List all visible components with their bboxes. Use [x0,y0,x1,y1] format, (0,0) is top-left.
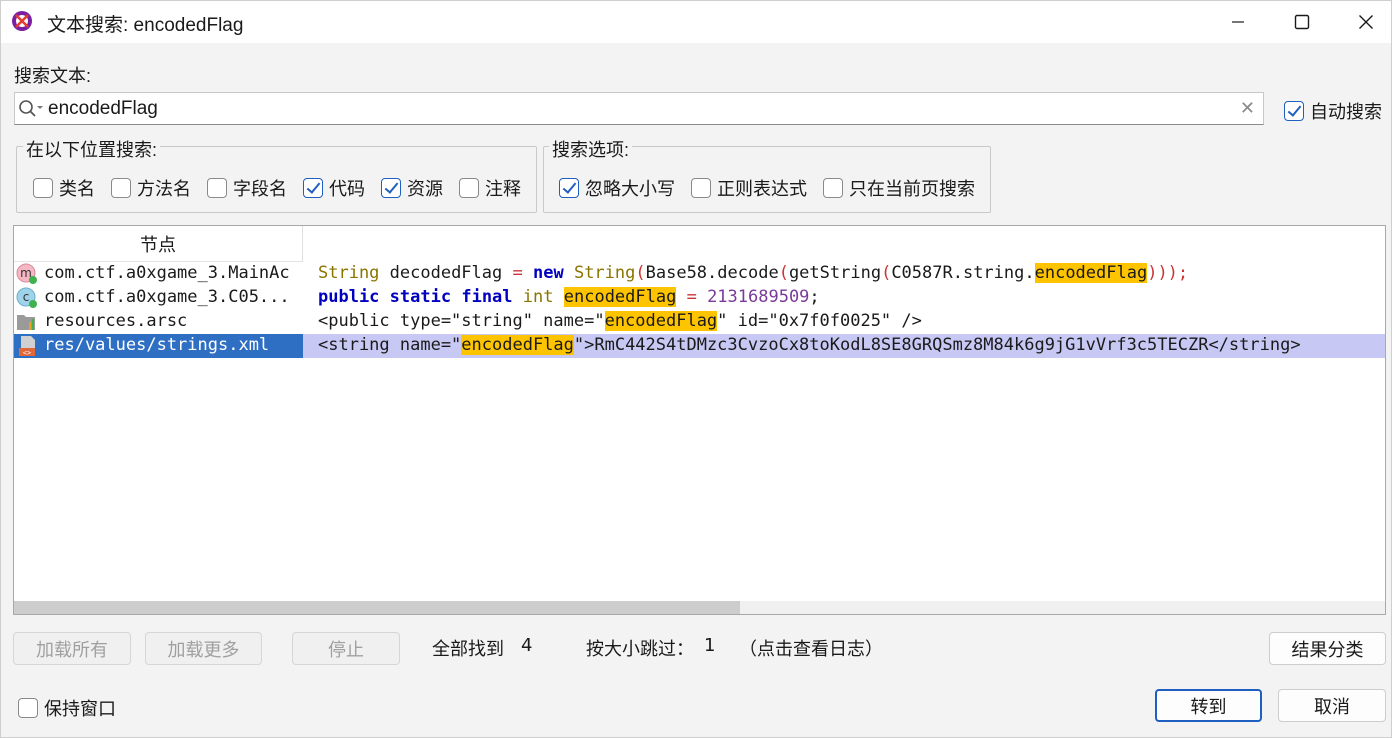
node-label: resources.arsc [44,311,188,331]
resources-label: 资源 [407,179,443,199]
code-label: 代码 [329,179,365,199]
minimize-button[interactable] [1209,1,1267,43]
group-results-button[interactable]: 结果分类 [1269,632,1386,665]
field-name-label: 字段名 [233,179,287,199]
node-cell[interactable]: resources.arsc [14,310,303,334]
table-row[interactable]: resources.arsc <public type="string" nam… [14,310,1385,334]
match-highlight: encodedFlag [604,311,718,331]
current-page-box[interactable] [823,178,843,198]
resources-box[interactable] [381,178,401,198]
window-title: 文本搜索: encodedFlag [47,15,244,36]
field-name-checkbox[interactable]: 字段名 [207,175,287,201]
table-row[interactable]: m com.ctf.a0xgame_3.MainAc String decode… [14,262,1385,286]
code-box[interactable] [303,178,323,198]
code-checkbox[interactable]: 代码 [303,175,365,201]
keep-window-checkbox[interactable]: 保持窗口 [18,695,116,721]
ignore-case-label: 忽略大小写 [585,179,675,199]
search-value: encodedFlag [48,98,158,119]
svg-text:c: c [23,290,30,304]
skipped-label: 按大小跳过： [586,639,694,660]
class-name-checkbox[interactable]: 类名 [33,175,95,201]
regex-checkbox[interactable]: 正则表达式 [691,175,807,201]
search-icon [19,100,43,117]
found-label: 全部找到 [432,639,504,660]
code-preview: <public type="string" name="encodedFlag"… [318,311,922,331]
method-icon: m [16,263,37,284]
results-table[interactable]: 节点 m com.ctf.a0xgame_3.MainAc String dec… [13,225,1386,615]
code-preview: String decodedFlag = new String(Base58.d… [318,263,1189,283]
ignore-case-box[interactable] [559,178,579,198]
stop-button[interactable]: 停止 [292,632,400,665]
class-name-box[interactable] [33,178,53,198]
regex-label: 正则表达式 [717,179,807,199]
method-name-box[interactable] [111,178,131,198]
regex-box[interactable] [691,178,711,198]
auto-search-label: 自动搜索 [1310,102,1382,122]
cancel-button[interactable]: 取消 [1278,689,1386,722]
match-highlight: encodedFlag [563,287,677,307]
scrollbar-thumb[interactable] [14,601,740,614]
search-in-title: 在以下位置搜索: [23,136,161,162]
goto-button[interactable]: 转到 [1155,689,1262,722]
search-text-label: 搜索文本: [14,66,92,86]
table-row[interactable]: c com.ctf.a0xgame_3.C05... public static… [14,286,1385,310]
horizontal-scrollbar[interactable] [14,601,1385,614]
comments-checkbox[interactable]: 注释 [459,175,521,201]
svg-text:<>: <> [23,349,31,357]
folder-icon [17,315,35,330]
load-all-button[interactable]: 加载所有 [13,632,131,665]
search-input[interactable]: encodedFlag ✕ [14,92,1264,125]
node-cell[interactable]: m com.ctf.a0xgame_3.MainAc [14,262,303,286]
load-more-button[interactable]: 加载更多 [145,632,262,665]
keep-window-box[interactable] [18,698,38,718]
node-column-header[interactable]: 节点 [14,226,303,262]
node-label: com.ctf.a0xgame_3.MainAc [44,263,290,283]
comments-label: 注释 [485,179,521,199]
search-options-title: 搜索选项: [549,136,633,162]
xml-file-icon: <> [19,336,35,357]
clear-icon[interactable]: ✕ [1240,98,1255,119]
skipped-count: 1 [704,635,716,656]
maximize-button[interactable] [1273,1,1331,43]
resources-checkbox[interactable]: 资源 [381,175,443,201]
found-count: 4 [521,635,533,656]
auto-search-box[interactable] [1284,101,1304,121]
maximize-icon [1294,14,1310,30]
code-preview: public static final int encodedFlag = 21… [318,287,820,307]
match-highlight: encodedFlag [461,335,574,355]
minimize-icon [1232,21,1244,23]
view-log-link[interactable]: （点击查看日志） [739,635,883,661]
class-name-label: 类名 [59,179,95,199]
node-label: res/values/strings.xml [44,335,270,355]
node-cell[interactable]: c com.ctf.a0xgame_3.C05... [14,286,303,310]
node-cell[interactable]: <> res/values/strings.xml [14,334,303,358]
comments-box[interactable] [459,178,479,198]
current-page-label: 只在当前页搜索 [849,179,975,199]
ignore-case-checkbox[interactable]: 忽略大小写 [559,175,675,201]
match-highlight: encodedFlag [1034,263,1148,283]
auto-search-checkbox[interactable]: 自动搜索 [1284,98,1382,124]
close-button[interactable] [1337,1,1392,43]
close-icon [1359,15,1373,29]
code-preview: <string name="encodedFlag">RmC442S4tDMzc… [318,335,1301,355]
node-label: com.ctf.a0xgame_3.C05... [44,287,290,307]
field-name-box[interactable] [207,178,227,198]
class-icon: c [16,287,37,308]
search-dialog: 文本搜索: encodedFlag 搜索文本: encodedFlag ✕ 自动… [0,0,1392,738]
method-name-label: 方法名 [137,179,191,199]
title-bar: 文本搜索: encodedFlag [1,1,1391,43]
method-name-checkbox[interactable]: 方法名 [111,175,191,201]
table-row[interactable]: <> res/values/strings.xml <string name="… [14,334,1385,358]
keep-window-label: 保持窗口 [44,699,116,719]
jadx-logo-icon [12,11,32,31]
current-page-checkbox[interactable]: 只在当前页搜索 [823,175,975,201]
